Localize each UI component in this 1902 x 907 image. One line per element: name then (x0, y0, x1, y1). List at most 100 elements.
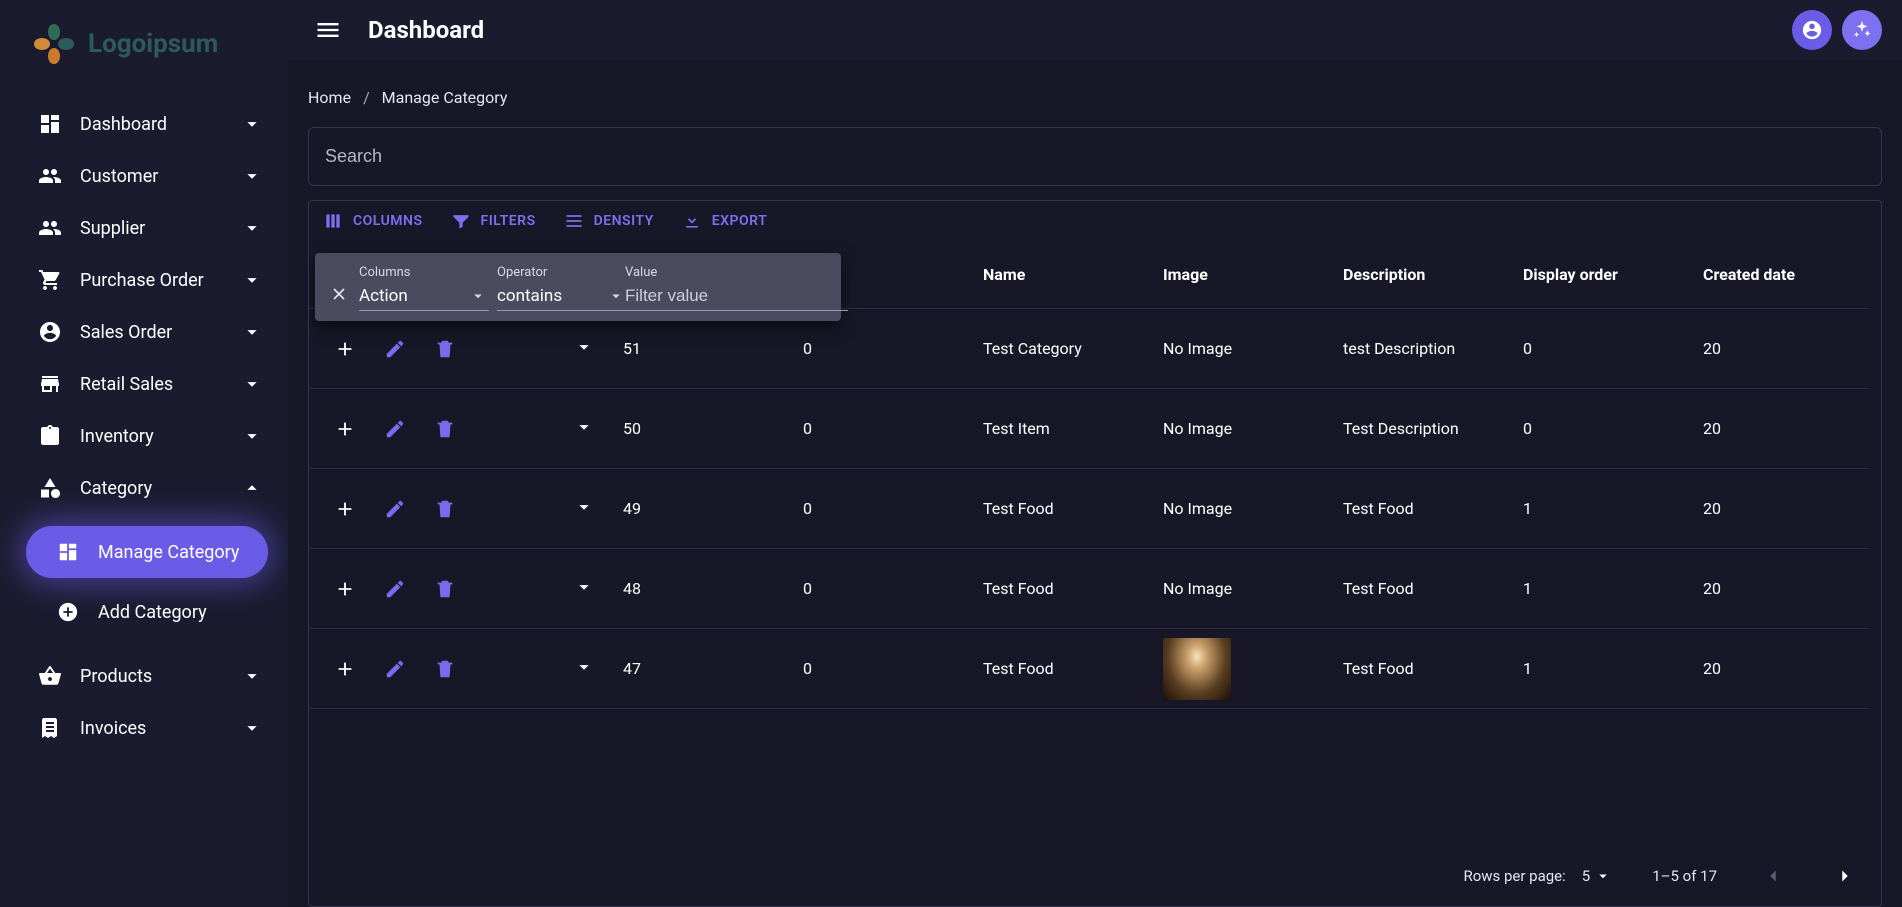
row-edit-button[interactable] (383, 337, 407, 361)
sidebar-label: Invoices (80, 718, 222, 739)
table-row-actions (309, 629, 609, 709)
cell-description: Test Food (1329, 549, 1509, 629)
search-input[interactable] (309, 128, 1881, 185)
sidebar-item-supplier[interactable]: Supplier (0, 202, 288, 254)
sidebar-item-purchase-order[interactable]: Purchase Order (0, 254, 288, 306)
download-icon (682, 211, 702, 231)
col-header-created[interactable]: Created date (1689, 241, 1869, 309)
topbar: Dashboard (288, 0, 1902, 60)
row-delete-button[interactable] (433, 337, 457, 361)
row-edit-button[interactable] (383, 497, 407, 521)
sidebar-item-dashboard[interactable]: Dashboard (0, 98, 288, 150)
ai-sparkle-button[interactable] (1842, 10, 1882, 50)
prev-page-button[interactable] (1757, 860, 1789, 892)
profile-button[interactable] (1792, 10, 1832, 50)
account-icon (38, 320, 62, 344)
filter-value-input[interactable] (625, 284, 848, 311)
columns-button[interactable]: COLUMNS (323, 211, 423, 231)
col-header-name[interactable]: Name (969, 241, 1149, 309)
row-add-button[interactable] (333, 497, 357, 521)
row-add-button[interactable] (333, 657, 357, 681)
next-page-button[interactable] (1829, 860, 1861, 892)
row-edit-button[interactable] (383, 417, 407, 441)
filter-operator-select[interactable]: contains (497, 284, 627, 311)
filters-button[interactable]: FILTERS (451, 211, 536, 231)
sidebar-label: Category (80, 478, 222, 499)
sidebar-label: Customer (80, 166, 222, 187)
row-edit-button[interactable] (383, 577, 407, 601)
cell-created: 20 (1689, 549, 1869, 629)
row-add-button[interactable] (333, 577, 357, 601)
filter-column-field: Columns Action (359, 265, 489, 311)
dropdown-icon (1594, 867, 1612, 885)
people-icon (38, 216, 62, 240)
row-delete-button[interactable] (433, 577, 457, 601)
row-expand-button[interactable] (573, 656, 595, 682)
sidebar-item-inventory[interactable]: Inventory (0, 410, 288, 462)
filter-column-select[interactable]: Action (359, 284, 489, 311)
sidebar-label: Inventory (80, 426, 222, 447)
row-add-button[interactable] (333, 417, 357, 441)
row-add-button[interactable] (333, 337, 357, 361)
cell-id: 48 (609, 549, 789, 629)
row-expand-button[interactable] (573, 336, 595, 362)
row-delete-button[interactable] (433, 417, 457, 441)
close-icon (329, 284, 349, 304)
cell-image: No Image (1149, 309, 1329, 389)
chevron-right-icon (1834, 865, 1856, 887)
chevron-down-icon (240, 320, 264, 344)
cell-image: No Image (1149, 469, 1329, 549)
row-expand-button[interactable] (573, 416, 595, 442)
filter-column-value: Action (359, 286, 408, 306)
clipboard-icon (38, 424, 62, 448)
grid-toolbar: COLUMNS FILTERS DENSITY EXPORT (309, 201, 1881, 241)
cell-name: Test Food (969, 469, 1149, 549)
grid-body[interactable]: Columns Action Operator contains (309, 241, 1881, 846)
sidebar-item-retail-sales[interactable]: Retail Sales (0, 358, 288, 410)
sidebar-item-add-category[interactable]: Add Category (26, 586, 268, 638)
sidebar-nav: Dashboard Customer Supplier Purchase Ord… (0, 88, 288, 764)
cell-name: Test Food (969, 629, 1149, 709)
thumbnail-image (1163, 638, 1231, 700)
cell-id: 49 (609, 469, 789, 549)
columns-icon (323, 211, 343, 231)
menu-toggle-button[interactable] (308, 10, 348, 50)
rows-per-page-label: Rows per page: (1463, 867, 1565, 885)
cell-parent: 0 (789, 549, 969, 629)
add-circle-icon (56, 600, 80, 624)
breadcrumb-home[interactable]: Home (308, 88, 351, 107)
topbar-actions (1792, 10, 1882, 50)
data-grid: COLUMNS FILTERS DENSITY EXPORT (308, 200, 1882, 907)
sidebar-item-category[interactable]: Category (0, 462, 288, 514)
sidebar-item-sales-order[interactable]: Sales Order (0, 306, 288, 358)
dropdown-icon (607, 287, 625, 305)
brand-name: Logoipsum (88, 29, 218, 59)
row-delete-button[interactable] (433, 657, 457, 681)
category-icon (38, 476, 62, 500)
sidebar-item-products[interactable]: Products (0, 650, 288, 702)
sidebar-item-manage-category[interactable]: Manage Category (26, 526, 268, 578)
col-header-image[interactable]: Image (1149, 241, 1329, 309)
cell-id: 47 (609, 629, 789, 709)
row-delete-button[interactable] (433, 497, 457, 521)
dropdown-icon (469, 287, 487, 305)
sidebar-item-customer[interactable]: Customer (0, 150, 288, 202)
table-row-actions (309, 549, 609, 629)
sidebar-item-invoices[interactable]: Invoices (0, 702, 288, 754)
row-edit-button[interactable] (383, 657, 407, 681)
breadcrumb-current: Manage Category (382, 88, 508, 107)
cell-image: No Image (1149, 549, 1329, 629)
chevron-left-icon (1762, 865, 1784, 887)
rows-per-page-select[interactable]: 5 (1582, 867, 1612, 885)
export-button[interactable]: EXPORT (682, 211, 767, 231)
col-header-display-order[interactable]: Display order (1509, 241, 1689, 309)
filter-column-label: Columns (359, 265, 489, 280)
store-icon (38, 372, 62, 396)
row-expand-button[interactable] (573, 576, 595, 602)
density-button[interactable]: DENSITY (564, 211, 654, 231)
cell-name: Test Category (969, 309, 1149, 389)
chevron-down-icon (240, 268, 264, 292)
filter-close-button[interactable] (329, 281, 349, 307)
col-header-description[interactable]: Description (1329, 241, 1509, 309)
row-expand-button[interactable] (573, 496, 595, 522)
